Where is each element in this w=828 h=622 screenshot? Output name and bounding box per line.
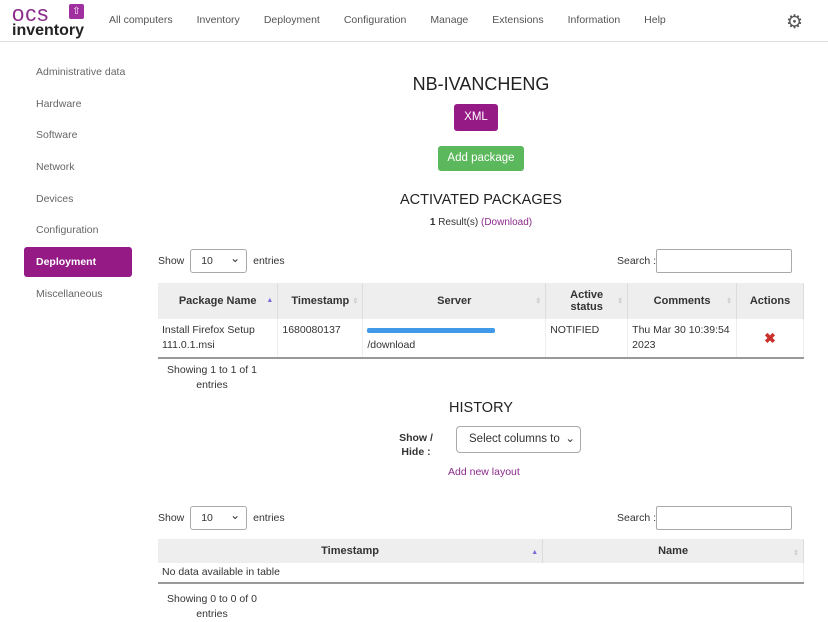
redacted-scribble xyxy=(367,327,496,333)
sidebar-item-deployment[interactable]: Deployment xyxy=(24,247,132,278)
download-link[interactable]: (Download) xyxy=(481,217,532,228)
entries-label: entries xyxy=(253,254,285,267)
search-input[interactable] xyxy=(656,249,792,273)
sidebar-item-devices[interactable]: Devices xyxy=(24,187,132,219)
nav-information[interactable]: Information xyxy=(568,14,621,26)
result-label: Result(s) xyxy=(438,217,479,228)
search-label: Search : xyxy=(617,255,657,267)
history-show-label: Show xyxy=(158,511,185,524)
sidebar-item-software[interactable]: Software xyxy=(24,123,132,155)
show-label: Show xyxy=(158,254,185,267)
nav-all-computers[interactable]: All computers xyxy=(109,14,173,26)
col-package-name[interactable]: Package Name ▲ xyxy=(158,283,279,319)
history-search-input[interactable] xyxy=(656,506,792,530)
nav-deployment[interactable]: Deployment xyxy=(264,14,320,26)
server-cell: /download xyxy=(362,319,547,359)
history-page-size-select[interactable]: 10 xyxy=(190,506,248,530)
col-active-status[interactable]: Active status ⇕ xyxy=(545,283,629,319)
history-table-info: Showing 0 to 0 of 0 entries xyxy=(167,593,257,620)
sidebar-item-configuration[interactable]: Configuration xyxy=(24,218,132,250)
nav-configuration[interactable]: Configuration xyxy=(344,14,406,26)
gear-icon[interactable]: ⚙ xyxy=(786,11,803,34)
select-columns-dropdown[interactable]: Select columns to ⌄ xyxy=(456,426,581,453)
history-table: Timestamp ▲ Name ⇕ No data available in ta… xyxy=(158,539,804,584)
col-timestamp[interactable]: Timestamp ⇕ xyxy=(277,283,364,319)
nav-manage[interactable]: Manage xyxy=(430,14,468,26)
result-count: 1 xyxy=(429,217,436,228)
nav-inventory[interactable]: Inventory xyxy=(197,14,240,26)
add-new-layout-link[interactable]: Add new layout xyxy=(448,466,520,478)
col-comments[interactable]: Comments ⇕ xyxy=(627,283,738,319)
col-actions: Actions xyxy=(736,283,804,319)
nav-extensions[interactable]: Extensions xyxy=(492,14,543,26)
table-info: Showing 1 to 1 of 1 entries xyxy=(167,364,257,391)
activated-packages-heading: ACTIVATED PACKAGES xyxy=(400,192,562,208)
upload-icon: ⇧ xyxy=(69,4,84,19)
sidebar-item-administrative-data[interactable]: Administrative data xyxy=(24,60,132,92)
show-hide-label: Show / Hide : xyxy=(399,432,433,458)
comments-cell: Thu Mar 30 10:39:54 2023 xyxy=(627,319,738,359)
sidebar-item-miscellaneous[interactable]: Miscellaneous xyxy=(24,282,132,314)
delete-x-icon[interactable]: ✖ xyxy=(736,319,804,359)
sidebar: Administrative data Hardware Software Ne… xyxy=(24,60,132,314)
logo-subtext: inventory xyxy=(12,22,85,39)
history-heading: HISTORY xyxy=(449,400,513,416)
history-entries-label: entries xyxy=(253,511,285,524)
nav-help[interactable]: Help xyxy=(644,14,666,26)
top-navbar: ocs inventory ⇧ All computers Inventory … xyxy=(0,0,828,42)
activated-packages-table: Package Name ▲ Timestamp ⇕ Server ⇕ Active … xyxy=(158,283,804,359)
empty-table-message: No data available in table xyxy=(158,563,804,584)
sidebar-item-network[interactable]: Network xyxy=(24,155,132,187)
active-status-cell: NOTIFIED xyxy=(545,319,629,359)
add-package-button[interactable]: Add package xyxy=(438,146,524,171)
sidebar-item-hardware[interactable]: Hardware xyxy=(24,92,132,124)
col-history-name[interactable]: Name ⇕ xyxy=(542,539,804,563)
package-name-cell: Install Firefox Setup 111.0.1.msi xyxy=(158,319,279,359)
history-search-label: Search : xyxy=(617,512,657,524)
page-title: NB-IVANCHENG xyxy=(412,74,550,94)
page-size-select[interactable]: 10 xyxy=(190,249,248,273)
timestamp-cell: 1680080137 xyxy=(277,319,364,359)
col-history-timestamp[interactable]: Timestamp ▲ xyxy=(158,539,544,563)
xml-button[interactable]: XML xyxy=(454,104,498,131)
ocs-logo[interactable]: ocs inventory ⇧ xyxy=(12,3,85,39)
table-row: Install Firefox Setup 111.0.1.msi 168008… xyxy=(158,319,804,359)
col-server[interactable]: Server ⇕ xyxy=(362,283,547,319)
